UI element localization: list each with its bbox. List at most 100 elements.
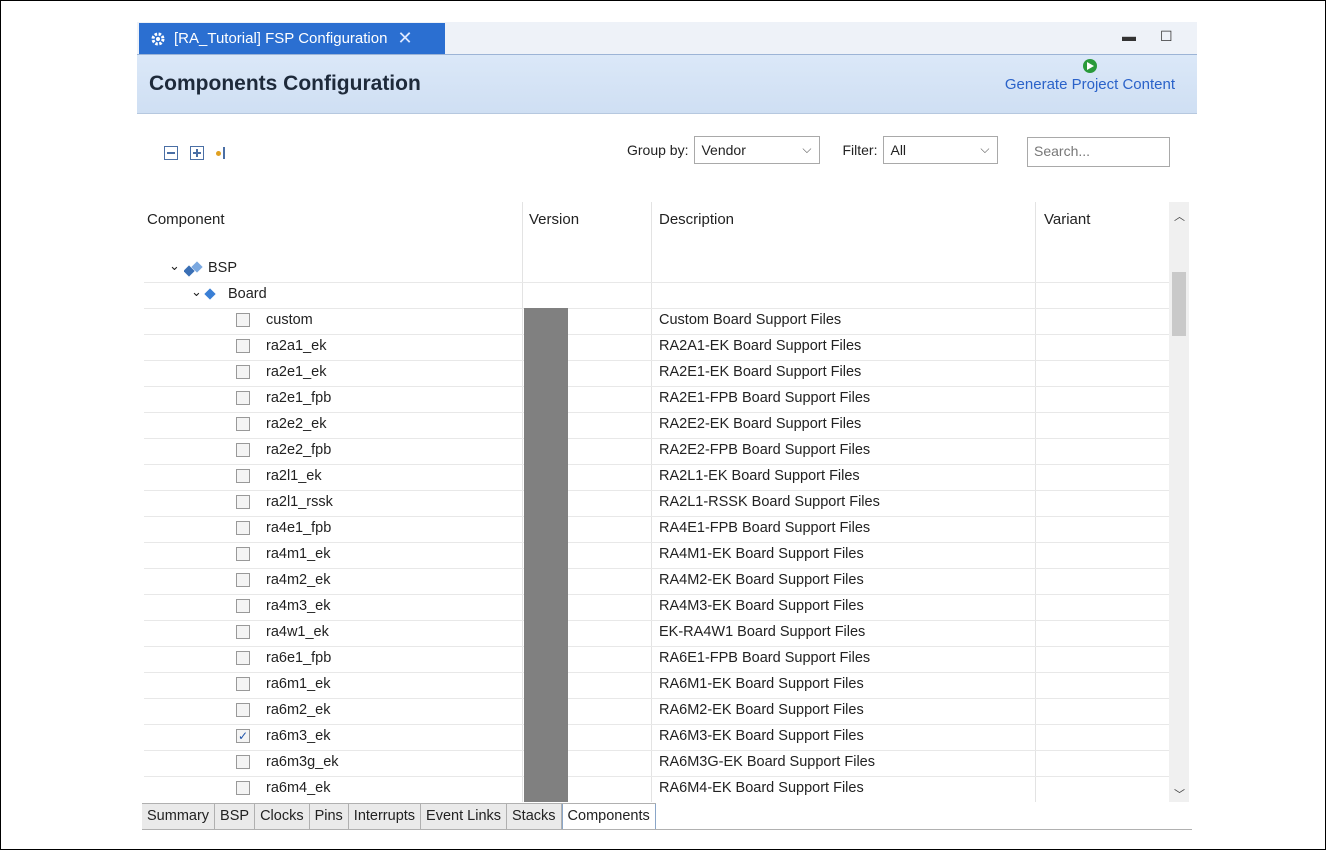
board-name: custom (266, 312, 313, 328)
scroll-up-icon[interactable]: ︿ (1174, 208, 1185, 224)
play-icon (1082, 59, 1097, 73)
filter-label: Filter: (842, 142, 878, 158)
column-header-variant[interactable]: Variant (1044, 211, 1090, 228)
table-row[interactable]: ra2a1_ek RA2A1-EK Board Support Files (144, 334, 1172, 361)
board-checkbox[interactable] (236, 573, 250, 587)
board-description: EK-RA4W1 Board Support Files (659, 624, 866, 640)
bottom-tab-clocks[interactable]: Clocks (255, 804, 310, 829)
board-name: ra2e1_ek (266, 364, 327, 380)
board-description: RA4M2-EK Board Support Files (659, 572, 864, 588)
editor-tab-title: [RA_Tutorial] FSP Configuration (174, 30, 388, 47)
board-name: ra4w1_ek (266, 624, 329, 640)
bottom-tab-bar: Summary BSP Clocks Pins Interrupts Event Link… (142, 803, 656, 830)
table-row[interactable]: ra2l1_ek RA2L1-EK Board Support Files (144, 464, 1172, 491)
board-description: RA2L1-EK Board Support Files (659, 468, 860, 484)
board-checkbox[interactable] (236, 703, 250, 717)
bottom-tab-pins[interactable]: Pins (309, 804, 349, 829)
tree-toolbar (164, 146, 232, 160)
board-checkbox[interactable] (236, 599, 250, 613)
board-description: RA4E1-FPB Board Support Files (659, 520, 871, 536)
table-row[interactable]: ra6e1_fpb RA6E1-FPB Board Support Files (144, 646, 1172, 673)
table-row[interactable]: ra6m3g_ek RA6M3G-EK Board Support Files (144, 750, 1172, 777)
board-checkbox[interactable] (236, 677, 250, 691)
board-checkbox[interactable] (236, 391, 250, 405)
column-header-component[interactable]: Component (147, 211, 225, 228)
table-row[interactable]: ra2e2_fpb RA2E2-FPB Board Support Files (144, 438, 1172, 465)
board-checkbox[interactable] (236, 365, 250, 379)
scroll-down-icon[interactable]: ﹀ (1174, 786, 1185, 802)
board-checkbox[interactable] (236, 443, 250, 457)
maximize-icon[interactable]: ☐ (1160, 28, 1173, 45)
board-name: ra6e1_fpb (266, 650, 332, 666)
bottom-tab-summary[interactable]: Summary (142, 804, 216, 829)
board-description: RA2A1-EK Board Support Files (659, 338, 862, 354)
table-row[interactable]: ra6m1_ek RA6M1-EK Board Support Files (144, 672, 1172, 699)
table-row[interactable]: custom Custom Board Support Files (144, 308, 1172, 335)
board-checkbox[interactable] (236, 417, 250, 431)
board-description: RA2E1-FPB Board Support Files (659, 390, 871, 406)
board-checkbox[interactable]: ✓ (236, 729, 250, 743)
filter-select[interactable]: All ⌵ (883, 136, 999, 164)
board-checkbox[interactable] (236, 339, 250, 353)
board-description: RA4M3-EK Board Support Files (659, 598, 864, 614)
board-name: ra2l1_ek (266, 468, 322, 484)
expand-all-icon[interactable] (190, 146, 204, 160)
column-header-version[interactable]: Version (529, 211, 579, 228)
table-row[interactable]: ra2l1_rssk RA2L1-RSSK Board Support Files (144, 490, 1172, 517)
board-description: RA2E2-FPB Board Support Files (659, 442, 871, 458)
close-icon[interactable]: ✕ (397, 28, 412, 49)
board-icon (204, 288, 216, 300)
table-row[interactable]: ra2e2_ek RA2E2-EK Board Support Files (144, 412, 1172, 439)
link-with-selection-icon[interactable] (216, 146, 232, 160)
chevron-down-icon[interactable]: ⌄ (191, 284, 202, 300)
version-column-redacted (524, 308, 568, 802)
board-name: ra2e2_ek (266, 416, 327, 432)
table-row[interactable]: ra4m1_ek RA4M1-EK Board Support Files (144, 542, 1172, 569)
column-header-description[interactable]: Description (659, 211, 734, 228)
board-name: ra2a1_ek (266, 338, 327, 354)
group-by-select[interactable]: Vendor ⌵ (694, 136, 821, 164)
tree-row-board[interactable]: ⌄ Board (144, 282, 1172, 309)
board-checkbox[interactable] (236, 521, 250, 535)
board-name: ra2e2_fpb (266, 442, 332, 458)
board-checkbox[interactable] (236, 469, 250, 483)
table-row[interactable]: ra6m2_ek RA6M2-EK Board Support Files (144, 698, 1172, 725)
minimize-icon[interactable]: ▬ (1122, 28, 1136, 44)
board-description: Custom Board Support Files (659, 312, 842, 328)
editor-tab-fsp-configuration[interactable]: [RA_Tutorial] FSP Configuration ✕ (139, 23, 445, 54)
table-row[interactable]: ra4m3_ek RA4M3-EK Board Support Files (144, 594, 1172, 621)
bottom-tab-event-links[interactable]: Event Links (421, 804, 508, 829)
board-checkbox[interactable] (236, 495, 250, 509)
table-row[interactable]: ra6m4_ek RA6M4-EK Board Support Files (144, 776, 1172, 802)
table-row[interactable]: ra4w1_ek EK-RA4W1 Board Support Files (144, 620, 1172, 647)
chevron-down-icon[interactable]: ⌄ (169, 258, 180, 274)
board-description: RA6M3-EK Board Support Files (659, 728, 864, 744)
board-checkbox[interactable] (236, 755, 250, 769)
board-checkbox[interactable] (236, 313, 250, 327)
table-row[interactable]: ra2e1_fpb RA2E1-FPB Board Support Files (144, 386, 1172, 413)
search-input[interactable]: Search... (1027, 137, 1170, 167)
board-checkbox[interactable] (236, 651, 250, 665)
table-row[interactable]: ra4m2_ek RA4M2-EK Board Support Files (144, 568, 1172, 595)
bottom-tab-components[interactable]: Components (561, 804, 656, 830)
table-row[interactable]: ra2e1_ek RA2E1-EK Board Support Files (144, 360, 1172, 387)
generate-project-content-button[interactable]: Generate Project Content (1005, 59, 1175, 93)
bottom-tab-interrupts[interactable]: Interrupts (348, 804, 422, 829)
collapse-all-icon[interactable] (164, 146, 178, 160)
table-header: Component Version Description Variant (144, 202, 1172, 254)
chevron-down-icon: ⌵ (980, 142, 990, 156)
bottom-tab-bsp[interactable]: BSP (215, 804, 256, 829)
tree-row-bsp[interactable]: ⌄ BSP (144, 256, 1172, 283)
table-row[interactable]: ✓ ra6m3_ek RA6M3-EK Board Support Files (144, 724, 1172, 751)
board-name: ra6m3_ek (266, 728, 331, 744)
vertical-scrollbar[interactable]: ︿ ﹀ (1169, 202, 1189, 802)
chevron-down-icon: ⌵ (802, 142, 812, 156)
board-checkbox[interactable] (236, 625, 250, 639)
board-description: RA2L1-RSSK Board Support Files (659, 494, 880, 510)
scrollbar-thumb[interactable] (1172, 272, 1186, 336)
board-checkbox[interactable] (236, 547, 250, 561)
board-checkbox[interactable] (236, 781, 250, 795)
bottom-tab-stacks[interactable]: Stacks (507, 804, 562, 829)
board-name: ra2l1_rssk (266, 494, 333, 510)
table-row[interactable]: ra4e1_fpb RA4E1-FPB Board Support Files (144, 516, 1172, 543)
